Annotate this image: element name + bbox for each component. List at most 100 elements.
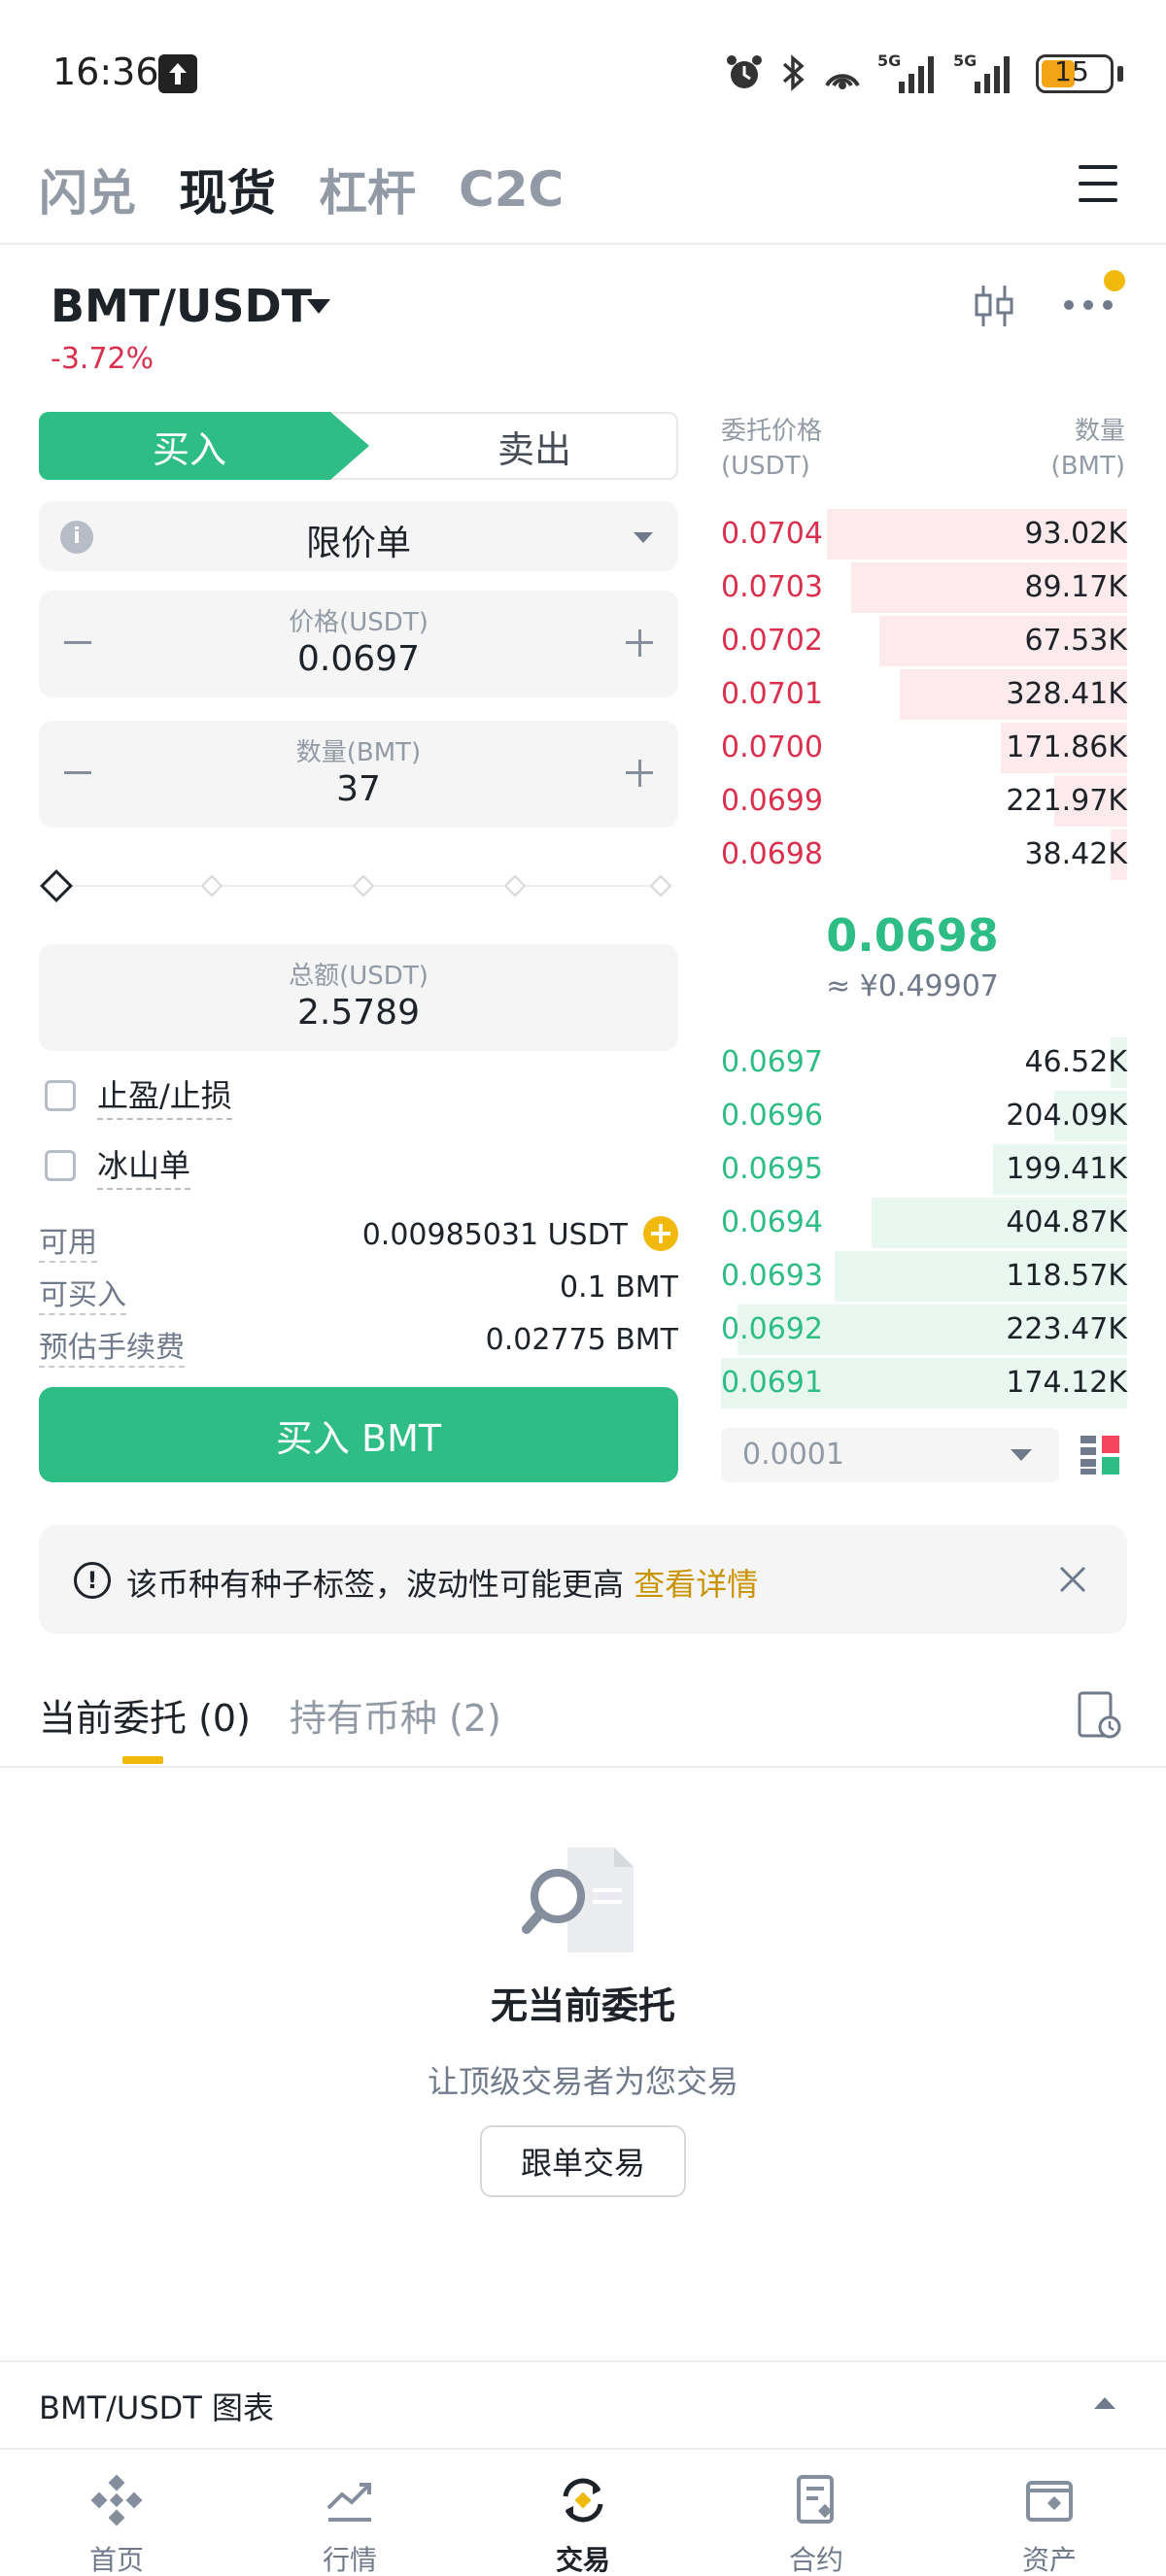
ask-quantity: 221.97K: [1006, 784, 1127, 818]
ask-row[interactable]: 0.0704 93.02K: [721, 509, 1127, 559]
order-book-layout-icon[interactable]: [1079, 1434, 1121, 1476]
tab-c2c[interactable]: C2C: [459, 161, 564, 218]
caret-up-icon[interactable]: [1094, 2397, 1115, 2409]
bid-row[interactable]: 0.0693 118.57K: [721, 1251, 1127, 1302]
candlestick-chart-icon[interactable]: [972, 282, 1016, 330]
nav-home-label: 首页: [88, 2544, 144, 2576]
bid-quantity: 199.41K: [1006, 1152, 1127, 1186]
ask-row[interactable]: 0.0699 221.97K: [721, 776, 1127, 827]
battery-icon: 15: [1036, 54, 1114, 93]
bid-row[interactable]: 0.0695 199.41K: [721, 1144, 1127, 1195]
bid-quantity: 404.87K: [1006, 1205, 1127, 1239]
nav-futures[interactable]: 合约: [700, 2450, 933, 2576]
copy-trading-button[interactable]: 跟单交易: [480, 2125, 686, 2197]
slider-step-100[interactable]: [649, 874, 672, 898]
bid-row[interactable]: 0.0697 46.52K: [721, 1037, 1127, 1088]
price-stepper[interactable]: 价格(USDT) 0.0697: [39, 591, 678, 697]
bid-price: 0.0691: [721, 1366, 823, 1400]
tab-open-orders[interactable]: 当前委托 (0): [39, 1688, 251, 1742]
ask-row[interactable]: 0.0698 38.42K: [721, 830, 1127, 880]
bid-quantity: 174.12K: [1006, 1366, 1127, 1400]
ask-row[interactable]: 0.0702 67.53K: [721, 616, 1127, 666]
slider-step-75[interactable]: [503, 874, 527, 898]
notification-dot: [1104, 270, 1125, 291]
pair-selector[interactable]: BMT/USDT: [51, 280, 312, 332]
order-history-icon[interactable]: [1077, 1690, 1121, 1741]
precision-select[interactable]: 0.0001: [721, 1428, 1059, 1482]
nav-markets[interactable]: 行情: [233, 2450, 466, 2576]
tp-sl-checkbox[interactable]: [45, 1080, 76, 1111]
tab-margin[interactable]: 杠杆: [319, 154, 416, 224]
sell-tab[interactable]: 卖出: [391, 414, 678, 478]
nav-assets-label: 资产: [1021, 2544, 1077, 2576]
slider-step-25[interactable]: [200, 874, 223, 898]
iceberg-option[interactable]: 冰山单: [45, 1141, 191, 1190]
bid-row[interactable]: 0.0696 204.09K: [721, 1091, 1127, 1141]
slider-step-50[interactable]: [352, 874, 375, 898]
signal-5g-icon: 5G: [953, 51, 1010, 93]
bid-quantity: 204.09K: [1006, 1099, 1127, 1133]
divider: [0, 243, 1166, 245]
available-row: 可用 0.00985031 USDT +: [39, 1214, 678, 1263]
empty-state-subtitle: 让顶级交易者为您交易: [427, 2063, 738, 2100]
more-icon[interactable]: [1061, 295, 1115, 315]
order-book-qty-header: 数量 (BMT): [1050, 417, 1125, 481]
notice-text: 该币种有种子标签，波动性可能更高: [126, 1566, 625, 1603]
trade-icon: [563, 2478, 603, 2523]
tp-sl-option[interactable]: 止盈/止损: [45, 1071, 232, 1120]
bid-row[interactable]: 0.0691 174.12K: [721, 1358, 1127, 1408]
max-buy-label: 可买入: [39, 1271, 126, 1315]
iceberg-checkbox[interactable]: [45, 1150, 76, 1181]
ask-quantity: 93.02K: [1024, 517, 1127, 551]
price-input[interactable]: 0.0697: [39, 639, 678, 679]
nav-assets[interactable]: 资产: [933, 2450, 1166, 2576]
nav-trade[interactable]: 交易: [466, 2450, 700, 2576]
total-input[interactable]: 2.5789: [39, 993, 678, 1033]
amount-slider[interactable]: [39, 866, 680, 905]
nav-markets-label: 行情: [322, 2544, 377, 2576]
bid-row[interactable]: 0.0692 223.47K: [721, 1305, 1127, 1355]
tp-sl-label[interactable]: 止盈/止损: [97, 1071, 232, 1120]
active-tab-indicator: [122, 1756, 163, 1764]
caret-down-icon[interactable]: [307, 299, 330, 314]
nav-home[interactable]: 首页: [0, 2450, 233, 2576]
tab-spot[interactable]: 现货: [179, 154, 276, 224]
wallet-icon: [1026, 2481, 1073, 2522]
bid-price: 0.0696: [721, 1099, 823, 1133]
chart-panel-toggle[interactable]: BMT/USDT 图表: [0, 2360, 1166, 2448]
total-field[interactable]: 总额(USDT) 2.5789: [39, 944, 678, 1051]
bid-quantity: 223.47K: [1006, 1312, 1127, 1346]
iceberg-label[interactable]: 冰山单: [97, 1141, 191, 1190]
order-book-price-header: 委托价格 (USDT): [721, 417, 823, 481]
order-type-select[interactable]: i 限价单: [39, 501, 678, 571]
bid-row[interactable]: 0.0694 404.87K: [721, 1198, 1127, 1248]
available-label: 可用: [39, 1218, 97, 1263]
ask-row[interactable]: 0.0703 89.17K: [721, 562, 1127, 613]
available-value: 0.00985031 USDT: [361, 1218, 628, 1252]
markets-icon: [326, 2483, 371, 2522]
risk-notice: ! 该币种有种子标签，波动性可能更高 查看详情: [39, 1525, 1127, 1634]
ask-row[interactable]: 0.0700 171.86K: [721, 723, 1127, 773]
top-nav: 闪兑 现货 杠杆 C2C: [39, 155, 564, 223]
caret-down-icon: [634, 532, 653, 543]
last-price[interactable]: 0.0698: [721, 909, 1104, 962]
precision-value: 0.0001: [742, 1438, 844, 1472]
quantity-stepper[interactable]: 数量(BMT) 37: [39, 721, 678, 828]
tab-holdings[interactable]: 持有币种 (2): [290, 1688, 501, 1742]
empty-search-icon: [522, 1847, 634, 1952]
buy-sell-toggle: 买入 卖出: [39, 412, 678, 480]
ask-quantity: 171.86K: [1006, 730, 1127, 764]
ask-row[interactable]: 0.0701 328.41K: [721, 669, 1127, 720]
tab-convert[interactable]: 闪兑: [39, 154, 136, 224]
quantity-input[interactable]: 37: [39, 769, 678, 809]
buy-button[interactable]: 买入 BMT: [39, 1387, 678, 1482]
menu-icon[interactable]: [1079, 165, 1117, 206]
max-buy-row: 可买入 0.1 BMT: [39, 1267, 678, 1315]
add-funds-icon[interactable]: +: [643, 1216, 678, 1251]
status-time: 16:36: [52, 51, 159, 93]
ask-price: 0.0699: [721, 784, 823, 818]
notice-details-link[interactable]: 查看详情: [634, 1566, 758, 1603]
close-icon[interactable]: [1055, 1562, 1090, 1597]
slider-handle[interactable]: [40, 869, 73, 902]
buy-tab[interactable]: 买入: [39, 412, 369, 480]
